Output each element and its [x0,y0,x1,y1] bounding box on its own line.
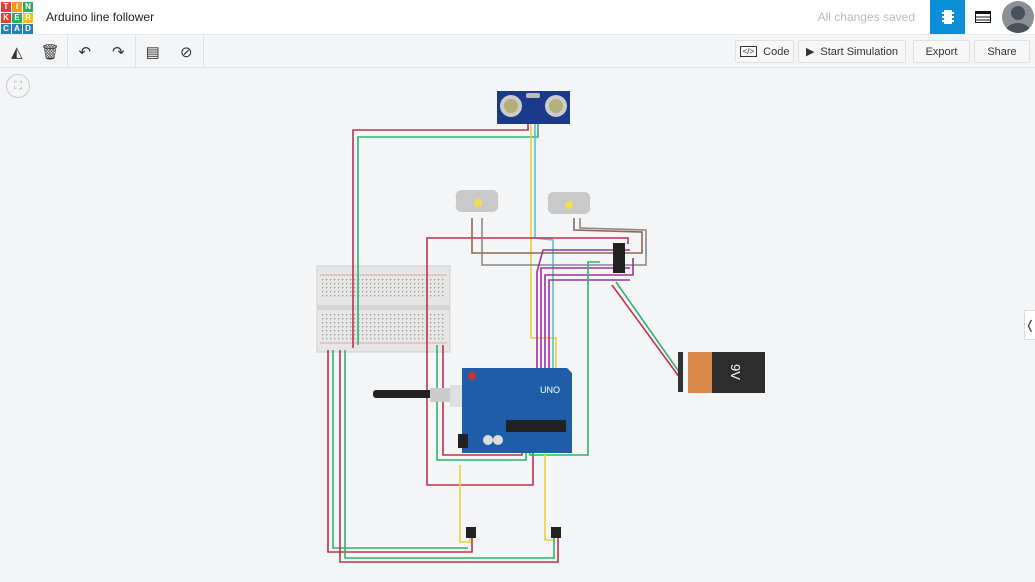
logo-letter: T [1,1,11,12]
battery-9v[interactable]: 9V [678,352,765,393]
eye-slash-icon: ⊘ [179,43,193,61]
notes-button[interactable]: ▤ [136,35,170,68]
code-label: Code [763,45,790,58]
logo-letter: C [1,23,11,34]
history-group: ↶ ↷ [68,35,136,68]
share-label: Share [987,45,1017,58]
undo-button[interactable]: ↶ [68,35,102,68]
user-icon [1005,6,1031,33]
save-status: All changes saved [817,10,915,24]
logo-letter: E [12,12,22,23]
toolbar: ◭ 🗑 ↶ ↷ ▤ ⊘ </> Code ▶ Start Simulation … [0,34,1035,68]
fit-view-button[interactable]: ⛶ [6,74,30,98]
logo-letter: I [12,1,22,12]
notes-icon: ▤ [145,43,160,61]
circuit-view-button[interactable] [930,0,965,34]
start-simulation-button[interactable]: ▶ Start Simulation [798,40,906,63]
arduino-label: UNO [540,385,560,395]
dc-motor-right[interactable] [547,191,591,215]
table-icon [975,11,991,23]
ir-sensor-left[interactable] [466,527,476,538]
delete-button[interactable]: 🗑 [34,35,68,68]
code-button[interactable]: </> Code [735,40,794,63]
fullscreen-icon: ⛶ [14,79,22,92]
trash-icon: 🗑 [40,43,60,61]
rotate-icon: ◭ [10,43,23,61]
battery-label: 9V [728,364,743,380]
collapse-panel-button[interactable]: ❬ [1024,310,1035,340]
logo-letter: A [12,23,22,34]
logo-letter: K [1,12,11,23]
view-group: ▤ ⊘ [136,35,204,68]
dc-motor-left[interactable] [455,189,499,213]
export-label: Export [925,45,958,58]
user-avatar[interactable] [1002,1,1034,33]
code-icon: </> [739,46,758,57]
ultrasonic-sensor[interactable] [497,91,570,124]
tinkercad-logo[interactable]: TIN KER CAD [1,1,33,34]
logo-letter: D [23,23,33,34]
start-simulation-label: Start Simulation [820,45,899,58]
component-list-button[interactable] [966,0,1000,34]
redo-button[interactable]: ↷ [102,35,136,68]
chip-icon [941,10,954,24]
top-bar: TIN KER CAD Arduino line follower All chan… [0,0,1035,34]
play-icon: ▶ [805,46,815,58]
edit-group: ◭ 🗑 [0,35,68,68]
breadboard[interactable] [316,265,451,353]
toggle-visibility-button[interactable]: ⊘ [170,35,204,68]
rotate-button[interactable]: ◭ [0,35,34,68]
ir-sensor-right[interactable] [551,527,561,538]
project-title[interactable]: Arduino line follower [46,10,154,24]
arduino-uno[interactable]: UNO [373,368,572,453]
export-button[interactable]: Export [913,40,970,63]
logo-letter: N [23,1,33,12]
motor-driver-chip[interactable] [613,243,625,273]
undo-icon: ↶ [78,43,92,61]
share-button[interactable]: Share [974,40,1030,63]
chevron-left-icon: ❬ [1024,318,1035,332]
redo-icon: ↷ [111,43,125,61]
logo-letter: R [23,12,33,23]
circuit-canvas[interactable]: UNO 9V [0,68,1035,582]
